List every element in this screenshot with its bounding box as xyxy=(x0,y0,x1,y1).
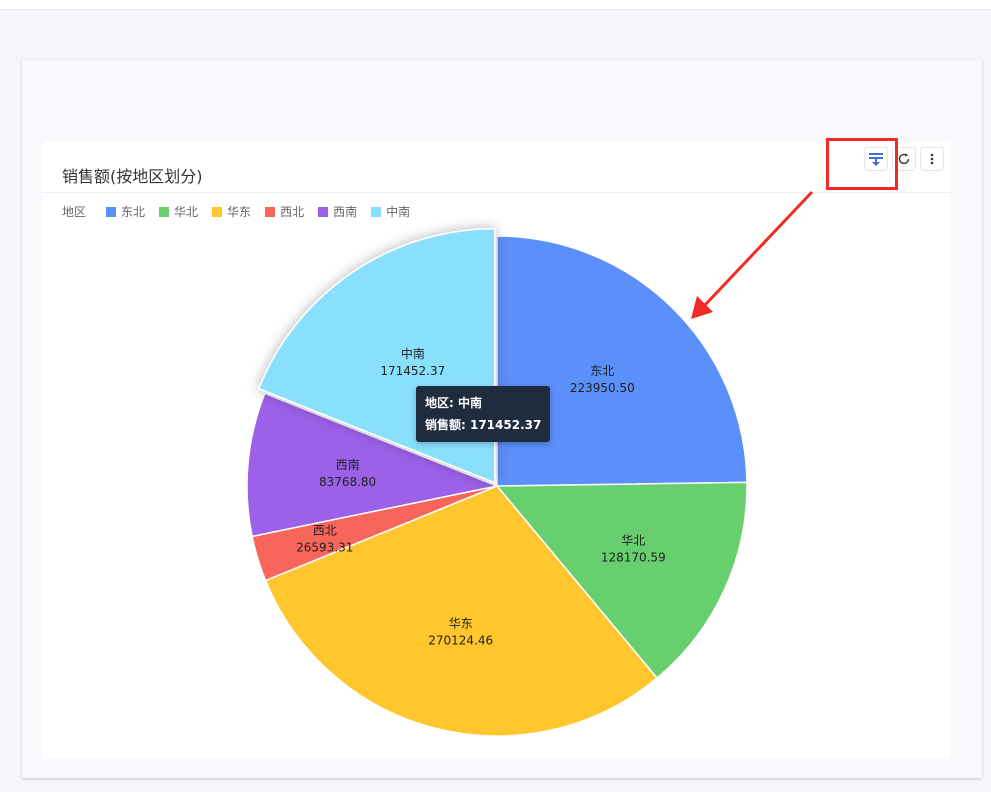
slice-label-category: 华北 xyxy=(621,534,645,548)
slice-label-value: 83768.80 xyxy=(319,475,376,489)
slice-label-value: 270124.46 xyxy=(428,634,493,648)
slice-label-value: 223950.50 xyxy=(570,381,635,395)
chart-card: 销售额(按地区划分) 地区 东北 华北 华东 西北 西南 中南 东北 22395… xyxy=(42,141,951,759)
slice-label-category: 西南 xyxy=(336,457,360,472)
tooltip-sales: 销售额: 171452.37 xyxy=(425,418,542,432)
slice-label-category: 东北 xyxy=(590,364,614,378)
slice-label-category: 西北 xyxy=(313,523,337,537)
top-bar xyxy=(0,0,991,10)
pie-slice-0[interactable] xyxy=(496,235,748,487)
slice-label-category: 华东 xyxy=(449,617,473,631)
chart-tooltip: 地区: 中南 销售额: 171452.37 xyxy=(416,386,551,442)
slice-label-value: 26593.31 xyxy=(296,540,353,554)
pie-chart[interactable]: 东北 223950.50 华北 128170.59 华东 270124.46 西北 26593… xyxy=(42,141,951,759)
slice-label-value: 171452.37 xyxy=(380,364,445,378)
tooltip-region: 地区: 中南 xyxy=(425,396,482,410)
slice-label-value: 128170.59 xyxy=(601,551,666,565)
slice-label-category: 中南 xyxy=(401,346,425,361)
